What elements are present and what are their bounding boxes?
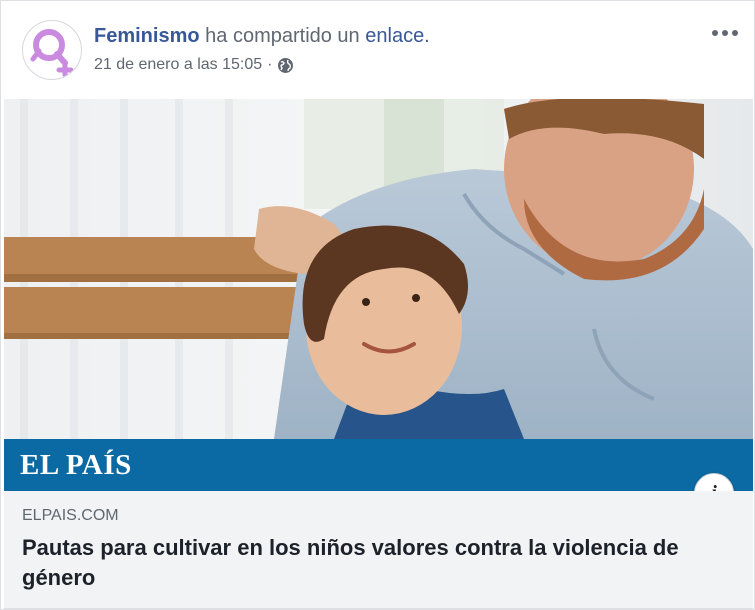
shared-link-word[interactable]: enlace. (365, 25, 430, 47)
more-dots-icon (712, 30, 738, 36)
more-options-button[interactable] (710, 21, 740, 45)
post-meta: 21 de enero a las 15:05 · (94, 56, 294, 74)
link-preview-image[interactable] (4, 99, 753, 439)
feed-post: Feminismo ha compartido un enlace. 21 de… (0, 0, 755, 610)
feminist-symbol-icon (30, 29, 74, 78)
post-header: Feminismo ha compartido un enlace. 21 de… (1, 1, 754, 99)
link-domain: ELPAIS.COM (22, 507, 119, 524)
source-banner[interactable]: EL PAÍS (4, 439, 753, 491)
el-pais-logo: EL PAÍS (20, 449, 132, 481)
link-title[interactable]: Pautas para cultivar en los niños valore… (22, 533, 722, 593)
meta-separator: · (267, 56, 273, 73)
post-header-line: Feminismo ha compartido un enlace. (94, 25, 430, 48)
post-timestamp[interactable]: 21 de enero a las 15:05 (94, 56, 262, 74)
avatar[interactable] (22, 20, 82, 80)
link-preview-details[interactable]: ELPAIS.COM Pautas para cultivar en los n… (4, 491, 753, 609)
author-name-link[interactable]: Feminismo (94, 25, 200, 47)
globe-icon[interactable] (277, 57, 294, 74)
father-son-photo (4, 99, 753, 439)
action-text: ha compartido un (205, 25, 360, 47)
